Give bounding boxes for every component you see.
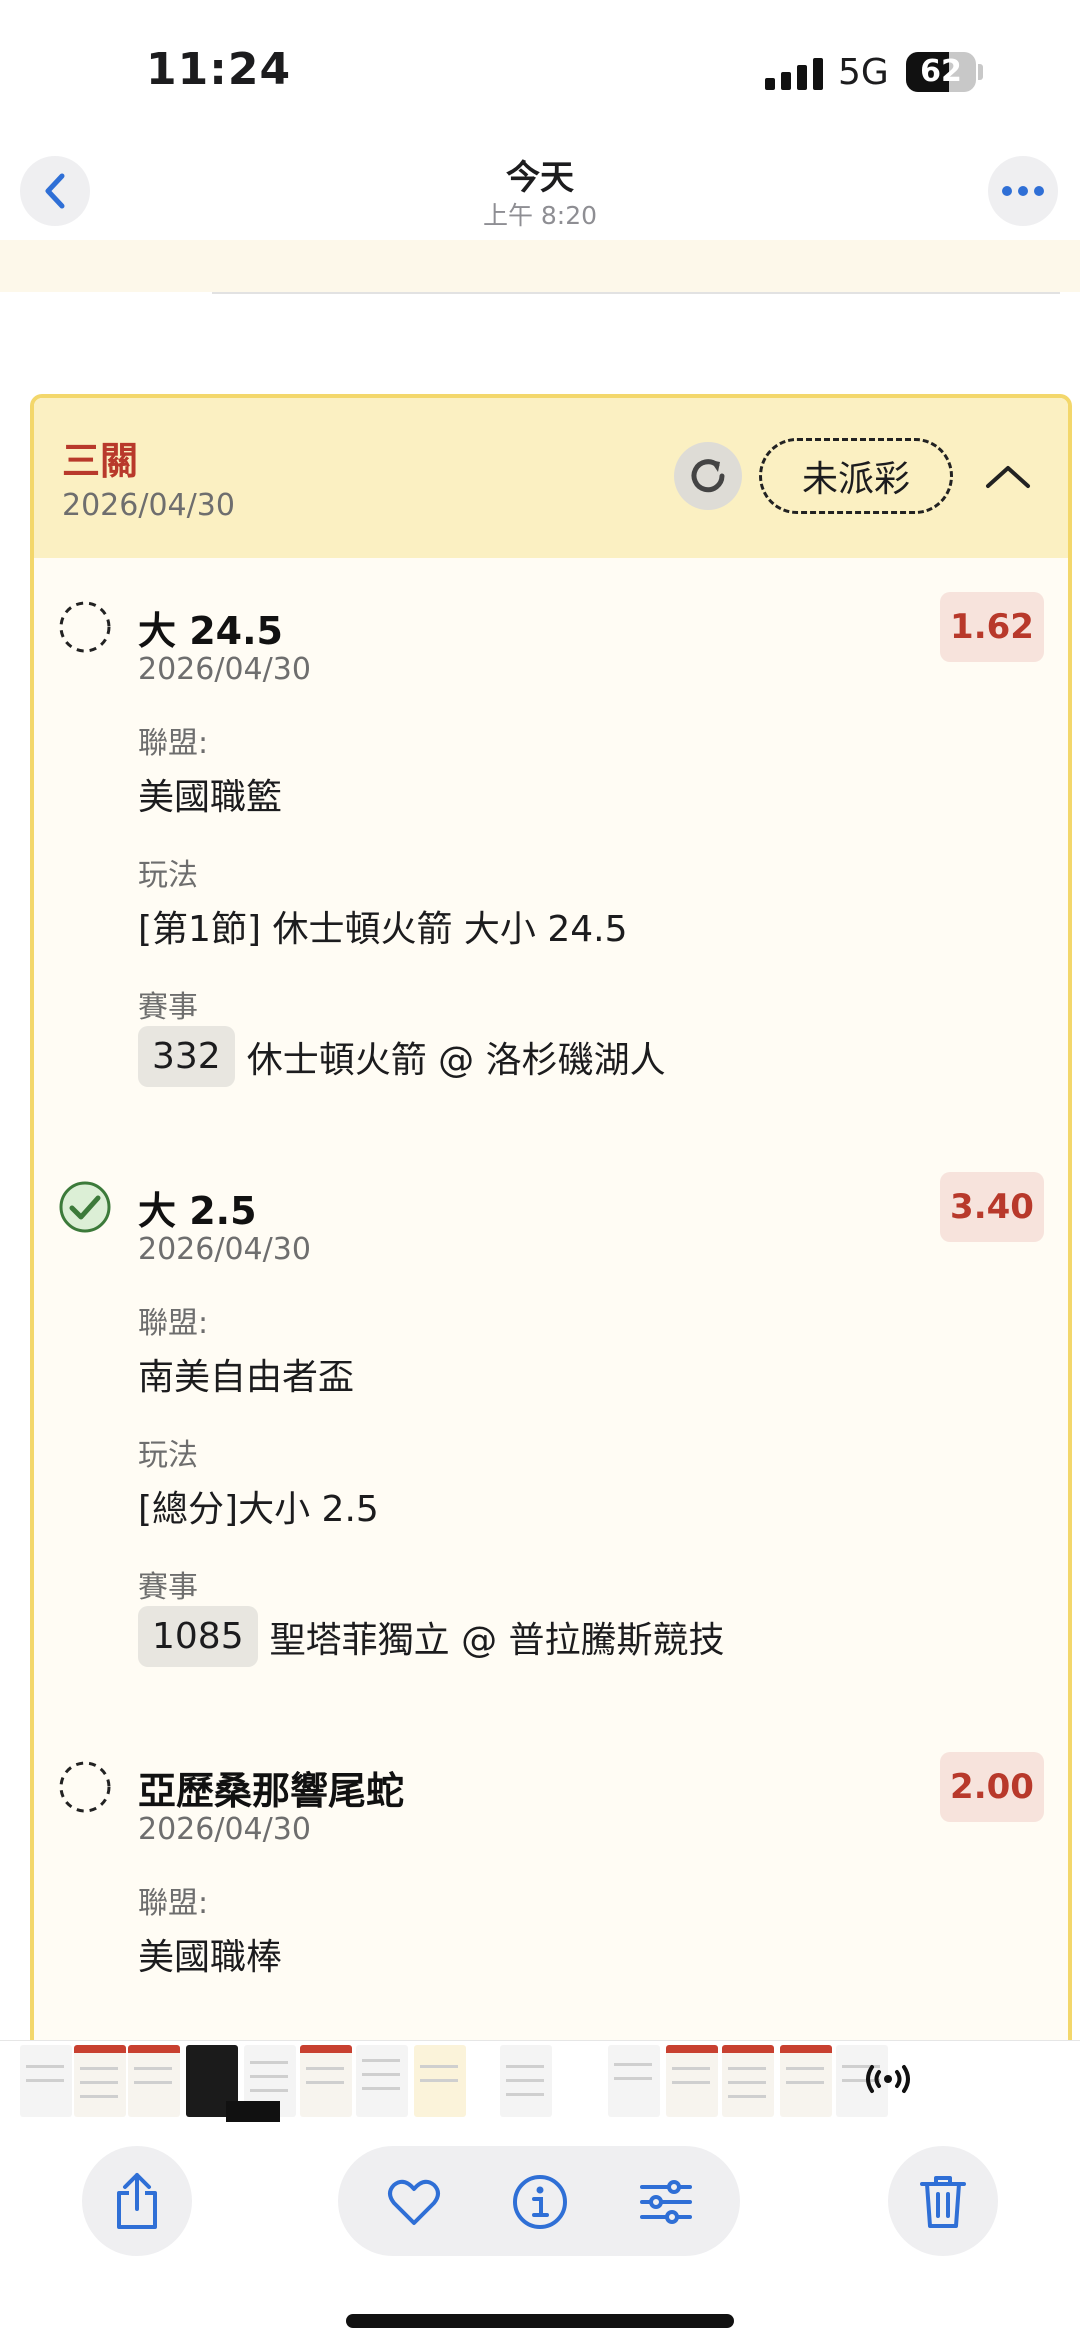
photo-header: 今天 上午 8:20 [0,140,1080,240]
odds-badge: 1.62 [940,592,1044,662]
favorite-button[interactable] [384,2172,444,2232]
league-value: 美國職棒 [138,1937,283,1978]
odds-badge: 3.40 [940,1172,1044,1242]
dashed-circle-icon [59,1761,111,1813]
check-circle-icon [59,1181,111,1233]
chevron-up-icon [986,466,1030,488]
refresh-button[interactable] [674,442,742,510]
battery-tip [978,64,983,80]
event-name: 休士頓火箭 @ 洛杉磯湖人 [246,1039,666,1081]
collapse-button[interactable] [978,448,1038,504]
play-label: 玩法 [138,858,198,893]
delete-button[interactable] [888,2146,998,2256]
page-title: 今天 [506,158,574,198]
bottom-toolbar [0,2122,1080,2341]
event-id-badge: 332 [138,1026,235,1087]
play-value: [總分]大小 2.5 [138,1489,379,1530]
ticket-status-badge: 未派彩 [759,438,953,514]
event-row: 1085 聖塔菲獨立 @ 普拉騰斯競技 [138,1606,725,1667]
event-label: 賽事 [138,990,198,1025]
thumbnail[interactable] [128,2045,180,2117]
league-label: 聯盟: [138,1306,209,1341]
divider [212,292,1060,294]
thumbnail[interactable] [356,2045,408,2117]
event-row: 332 休士頓火箭 @ 洛杉磯湖人 [138,1026,666,1087]
battery-icon: 62 [906,52,976,92]
action-group [338,2146,740,2256]
leg-date: 2026/04/30 [138,1232,311,1267]
thumbnail[interactable] [500,2045,552,2117]
odds-badge: 2.00 [940,1752,1044,1822]
airplay-icon [866,2065,910,2093]
play-label: 玩法 [138,1438,198,1473]
more-button[interactable] [988,156,1058,226]
cellular-signal-icon [765,56,823,90]
network-type: 5G [838,52,889,93]
info-button[interactable] [510,2172,570,2232]
page-subtitle: 上午 8:20 [482,201,598,230]
status-bar: 11:24 5G 62 [0,0,1080,140]
leg-selection: 大 24.5 [138,609,283,653]
leg-date: 2026/04/30 [138,1812,311,1847]
sliders-icon [640,2180,692,2224]
thumbnail-strip[interactable] [0,2040,1080,2129]
bet-leg: 大 24.5 2026/04/30 1.62 聯盟: 美國職籃 玩法 [第1節]… [34,578,1068,1158]
league-value: 南美自由者盃 [138,1357,355,1398]
ticket-title: 三關 [62,439,139,483]
league-label: 聯盟: [138,726,209,761]
play-value: [第1節] 休士頓火箭 大小 24.5 [138,909,628,950]
thumbnail[interactable] [414,2045,466,2117]
share-button[interactable] [82,2146,192,2256]
leg-date: 2026/04/30 [138,652,311,687]
ellipsis-icon [1002,186,1044,196]
league-value: 美國職籃 [138,777,283,818]
leg-selection: 亞歷桑那響尾蛇 [138,1769,405,1813]
bet-leg: 大 2.5 2026/04/30 3.40 聯盟: 南美自由者盃 玩法 [總分]… [34,1158,1068,1738]
league-label: 聯盟: [138,1886,209,1921]
thumbnail[interactable] [722,2045,774,2117]
leg-selection: 大 2.5 [138,1189,257,1233]
refresh-icon [691,459,725,493]
event-name: 聖塔菲獨立 @ 普拉騰斯競技 [269,1619,725,1661]
ticket-header: 三關 2026/04/30 未派彩 [34,398,1068,558]
thumbnail[interactable] [300,2045,352,2117]
bet-ticket-card: 三關 2026/04/30 未派彩 大 24.5 2026/04/30 1.62… [30,394,1072,2094]
share-icon [117,2173,157,2229]
heart-icon [388,2179,440,2225]
thumbnail[interactable] [74,2045,126,2117]
previous-card-edge [0,240,1080,292]
thumbnail[interactable] [20,2045,72,2117]
event-id-badge: 1085 [138,1606,258,1667]
thumbnail[interactable] [780,2045,832,2117]
ticket-date: 2026/04/30 [62,488,235,523]
event-label: 賽事 [138,1570,198,1605]
photo-viewer[interactable]: 三關 2026/04/30 未派彩 大 24.5 2026/04/30 1.62… [0,240,1080,2230]
adjust-button[interactable] [636,2172,696,2232]
status-time: 11:24 [146,44,292,95]
thumbnail[interactable] [608,2045,660,2117]
dashed-circle-icon [59,601,111,653]
trash-icon [920,2176,966,2228]
thumbnail[interactable] [666,2045,718,2117]
battery-level: 62 [920,54,962,89]
home-indicator [346,2314,734,2328]
info-icon [513,2175,567,2229]
